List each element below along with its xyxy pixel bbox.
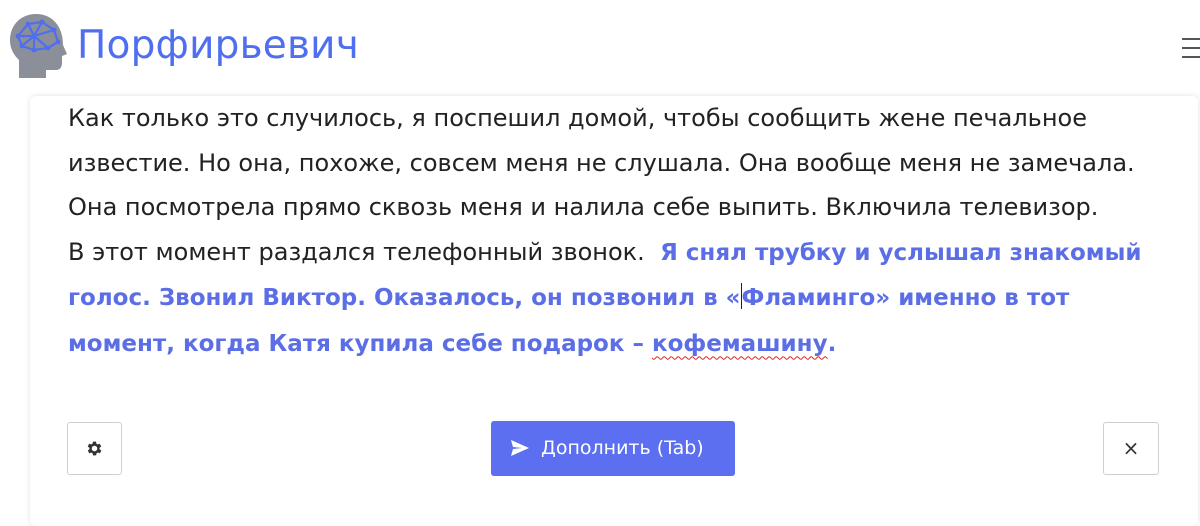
send-icon <box>511 440 529 456</box>
user-paragraph-1: Как только это случилось, я поспешил дом… <box>68 104 1135 221</box>
user-paragraph-2: В этот момент раздался телефонный звонок… <box>68 230 1168 367</box>
header: Порфирьевич <box>0 0 1200 96</box>
close-icon: × <box>1122 436 1140 460</box>
user-text: В этот момент раздался телефонный звонок… <box>68 237 653 266</box>
brand-title[interactable]: Порфирьевич <box>77 18 359 74</box>
text-editor[interactable]: Как только это случилось, я поспешил дом… <box>68 96 1168 366</box>
complete-button[interactable]: Дополнить (Tab) <box>491 421 735 476</box>
misspelled-word[interactable]: кофемашину <box>652 331 828 357</box>
close-button[interactable]: × <box>1103 422 1159 475</box>
generated-text-end: . <box>827 330 837 357</box>
complete-button-label: Дополнить (Tab) <box>541 437 704 459</box>
brain-head-icon[interactable] <box>6 10 72 82</box>
hamburger-menu-icon[interactable] <box>1176 30 1200 66</box>
settings-button[interactable] <box>67 422 122 475</box>
gear-icon <box>87 441 102 456</box>
